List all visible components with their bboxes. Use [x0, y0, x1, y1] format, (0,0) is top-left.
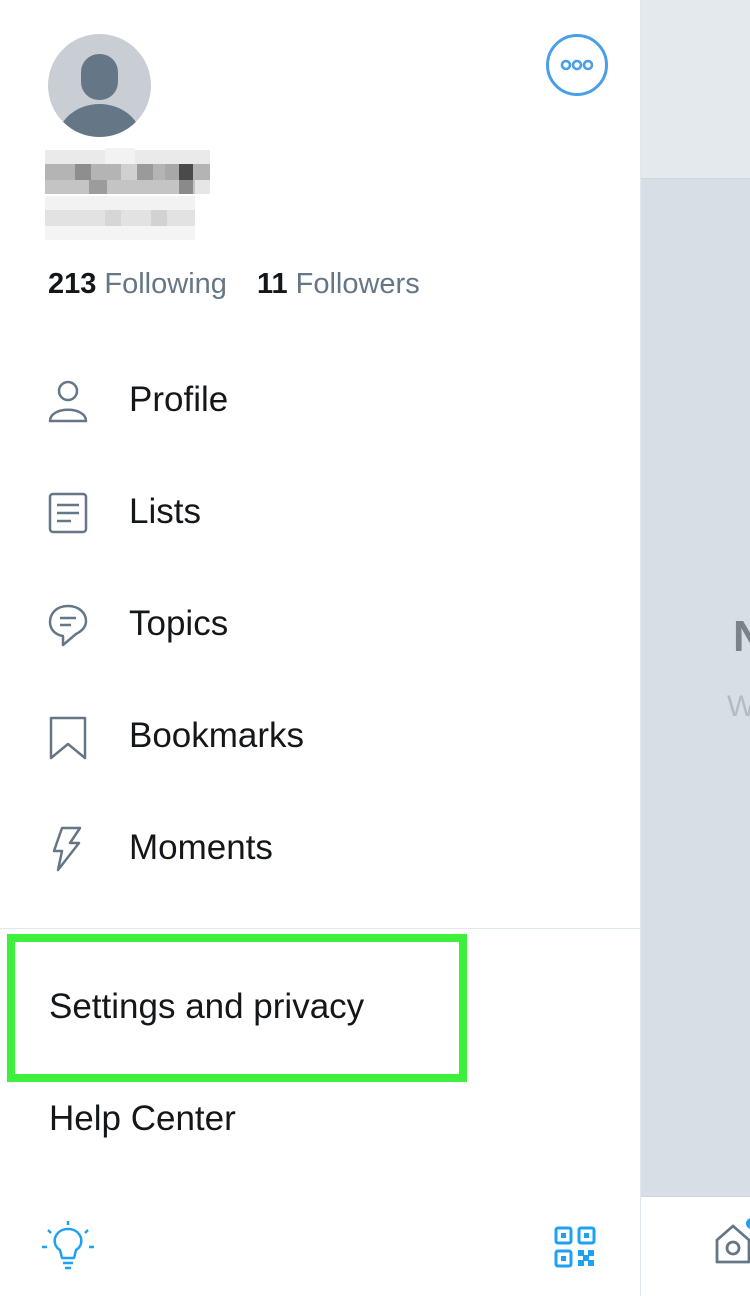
- followers-count: 11: [256, 268, 288, 300]
- help-label: Help Center: [49, 1099, 236, 1138]
- follow-stats: 213 Following 11 Followers: [48, 268, 420, 301]
- username-redacted: [45, 194, 195, 240]
- more-options-button[interactable]: [546, 34, 608, 96]
- followers-label: Followers: [295, 268, 420, 300]
- menu-item-lists[interactable]: Lists: [0, 468, 640, 558]
- menu-label-moments: Moments: [129, 828, 273, 867]
- following-count: 213: [48, 268, 97, 300]
- menu-label-topics: Topics: [129, 604, 229, 643]
- avatar[interactable]: [48, 34, 151, 137]
- menu-item-moments[interactable]: Moments: [0, 804, 640, 894]
- lightning-icon: [52, 826, 82, 872]
- person-icon: [48, 380, 88, 423]
- navigation-drawer: 213 Following 11 Followers Profile Lists T…: [0, 0, 641, 1296]
- following-label: Following: [104, 268, 227, 300]
- menu-divider: [0, 928, 640, 929]
- bookmark-icon: [49, 716, 87, 760]
- background-heading-fragment: N: [733, 612, 750, 661]
- background-header: [641, 0, 750, 179]
- highlight-box: [7, 934, 467, 1082]
- menu-item-topics[interactable]: Topics: [0, 580, 640, 670]
- following-stat[interactable]: 213 Following: [48, 268, 235, 300]
- followers-stat[interactable]: 11 Followers: [257, 268, 420, 300]
- lightbulb-icon[interactable]: [40, 1220, 96, 1276]
- list-icon: [48, 492, 88, 534]
- background-timeline[interactable]: N W: [641, 0, 750, 1296]
- menu-item-profile[interactable]: Profile: [0, 356, 640, 446]
- ellipsis-icon: [560, 59, 594, 71]
- background-text-fragment: W: [727, 690, 750, 723]
- help-center-item[interactable]: Help Center: [0, 1074, 640, 1164]
- menu-label-profile: Profile: [129, 380, 229, 419]
- default-avatar-icon: [57, 54, 142, 137]
- menu-label-bookmarks: Bookmarks: [129, 716, 305, 755]
- menu-item-bookmarks[interactable]: Bookmarks: [0, 692, 640, 782]
- qr-code-icon[interactable]: [554, 1226, 596, 1268]
- home-icon[interactable]: [713, 1222, 750, 1266]
- topics-icon: [48, 604, 88, 647]
- display-name-redacted: [45, 148, 210, 194]
- menu-label-lists: Lists: [129, 492, 201, 531]
